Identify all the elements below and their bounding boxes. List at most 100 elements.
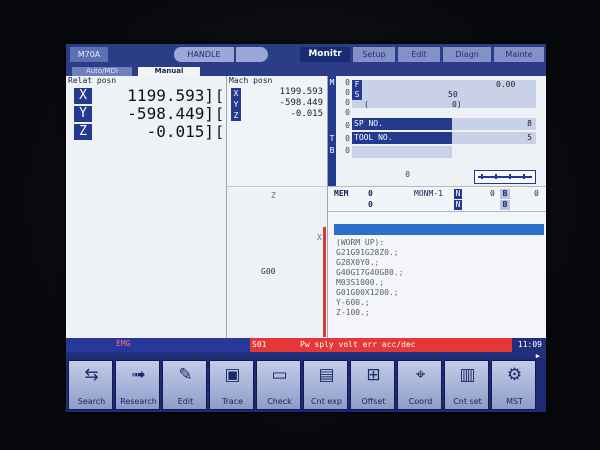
memory-status-row: MEM 0 0 MONM-1 N N 0 B B 0	[328, 186, 546, 212]
program-line: G40G17G40G80.;	[336, 268, 404, 277]
block-b-label: B	[500, 189, 510, 199]
alarm-text: Pw sply volt err acc/dec	[300, 340, 416, 349]
g-code-modal: G00	[261, 267, 276, 276]
alarm-code: S01	[252, 340, 267, 349]
softkey-label: Search	[77, 397, 106, 406]
counter-set-icon: ▥	[459, 365, 476, 385]
load-meter-tick	[523, 174, 525, 179]
alarm-bar: EMG Pw sply volt err acc/dec S01 11:09	[66, 338, 546, 352]
softkey-search[interactable]: ⇆ Search	[68, 360, 113, 410]
machine-axis-x: X	[231, 88, 241, 99]
alarm-left-area: EMG	[66, 338, 250, 352]
program-display: (WORM UP): G21G91G28Z0.; G28X0Y0.; G40G1…	[328, 211, 546, 339]
softkey-research[interactable]: ➟ Research	[115, 360, 160, 410]
tool-no-label: TOOL NO.	[352, 132, 452, 144]
edit-icon: ✎	[178, 365, 193, 385]
sequence-n-label: N	[454, 200, 462, 210]
axis-value-y: -598.449]	[127, 104, 214, 123]
paren-left: (	[364, 100, 369, 109]
axis-row-z: Z -0.015] [	[66, 124, 226, 140]
mode-tabs: Auto/MDI Manual	[66, 66, 546, 76]
m-value: 0	[345, 108, 350, 117]
tool-path-graph: Z X G00	[227, 186, 328, 339]
tab-edit[interactable]: Edit	[398, 47, 440, 62]
tab-diagn[interactable]: Diagn	[443, 47, 491, 62]
check-icon: ▭	[271, 365, 288, 385]
feed-label: F	[352, 80, 362, 90]
tab-auto-mdi[interactable]: Auto/MDI	[72, 67, 132, 76]
softkey-label: Coord	[408, 397, 433, 406]
bottom-zero: 0	[405, 170, 410, 179]
tool-no-value: 5	[452, 132, 536, 144]
machine-axis-y: Y	[231, 99, 241, 110]
search-icon: ⇆	[84, 365, 99, 385]
machine-axis-z: Z	[231, 110, 241, 121]
softkey-coord[interactable]: ⌖ Coord	[397, 360, 442, 410]
b-code-label: B	[329, 146, 335, 155]
mem-value-2: 0	[368, 200, 373, 209]
softkey-edit[interactable]: ✎ Edit	[162, 360, 207, 410]
softkey-cnt-exp[interactable]: ▤ Cnt exp	[303, 360, 348, 410]
function-bar: M70A HANDLE Monitr Setup Edit Diagn Main…	[66, 44, 546, 66]
sequence-n-label: N	[454, 189, 462, 199]
mstb-column: M T B	[328, 76, 336, 186]
axis-row-x: X 1199.593] [	[66, 88, 226, 104]
graph-z-label: Z	[271, 191, 276, 200]
axis-bracket: [	[214, 105, 224, 123]
sp-no-value: 8	[452, 118, 536, 130]
mst-icon: ⚙	[506, 365, 523, 385]
sequence-value: 0	[490, 189, 495, 198]
mode-indicator-blank	[236, 47, 268, 62]
softkey-label: Check	[267, 397, 292, 406]
program-line: Z-100.;	[336, 308, 370, 317]
t-value: 0	[345, 134, 350, 143]
softkey-label: Cnt set	[453, 397, 482, 406]
tab-monitor[interactable]: Monitr	[300, 47, 350, 62]
softkey-label: Trace	[221, 397, 244, 406]
b-value: 0	[345, 146, 350, 155]
tab-manual[interactable]: Manual	[138, 67, 200, 76]
axis-row-y: Y -598.449] [	[66, 106, 226, 122]
program-line: (WORM UP):	[336, 238, 385, 247]
spindle-value: 50	[448, 90, 458, 99]
block-b-label: B	[500, 200, 510, 210]
graph-x-label: X	[317, 233, 322, 242]
tab-setup[interactable]: Setup	[353, 47, 395, 62]
softkey-cnt-set[interactable]: ▥ Cnt set	[444, 360, 489, 410]
coord-icon: ⌖	[415, 365, 426, 385]
mode-indicator: HANDLE	[174, 47, 234, 62]
axis-bracket: [	[214, 87, 224, 105]
tab-mainte[interactable]: Mainte	[494, 47, 544, 62]
relative-position-title: Relat posn	[68, 76, 117, 85]
emergency-indicator: EMG	[116, 339, 131, 348]
axis-label-y: Y	[74, 106, 92, 122]
m-value: 0	[345, 88, 350, 97]
mem-value-1: 0	[368, 189, 373, 198]
mem-label: MEM	[334, 189, 349, 198]
research-icon: ➟	[131, 365, 146, 385]
softkey-mst[interactable]: ⚙ MST	[491, 360, 536, 410]
softkey-check[interactable]: ▭ Check	[256, 360, 301, 410]
clock: 11:09	[517, 340, 542, 349]
relative-position-panel: Relat posn X 1199.593] [ Y -598.449] [ Z…	[66, 76, 227, 338]
paren-right: 0)	[452, 100, 462, 109]
program-line: G21G91G28Z0.;	[336, 248, 399, 257]
load-meter-tick	[509, 174, 511, 179]
softkey-trace[interactable]: ▣ Trace	[209, 360, 254, 410]
softkey-bar: ⇆ Search ➟ Research ✎ Edit ▣ Trace ▭ Che…	[66, 358, 546, 412]
program-line: G01G00X1200.;	[336, 288, 399, 297]
axis-label-z: Z	[74, 124, 92, 140]
machine-position-panel: Mach posn X 1199.593 Y -598.449 Z -0.015	[227, 76, 328, 186]
softkey-offset[interactable]: ⊞ Offset	[350, 360, 395, 410]
axis-bracket: [	[214, 123, 224, 141]
modal-codes-panel: 0 0 0 0 0 0 0 F 0.00 S 50 ( 0) SP NO. 8 …	[336, 76, 546, 186]
softkey-label: Offset	[361, 397, 386, 406]
current-line-highlight	[334, 224, 544, 235]
program-line: Y-600.;	[336, 298, 370, 307]
graph-axis-line	[323, 227, 326, 337]
model-label: M70A	[70, 47, 108, 62]
block-value: 0	[534, 189, 539, 198]
m-code-label: M	[329, 78, 335, 87]
b-code-field	[352, 146, 452, 158]
load-meter-tick	[495, 174, 497, 179]
